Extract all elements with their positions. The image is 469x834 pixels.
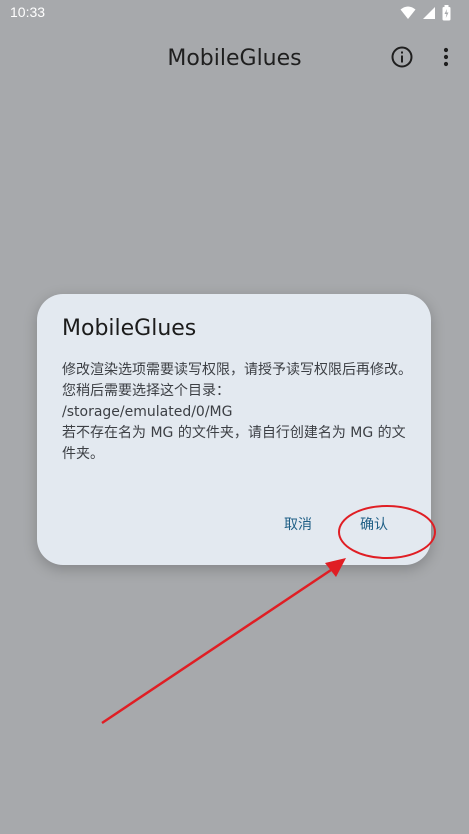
status-bar: 10:33 <box>0 0 469 26</box>
app-bar: MobileGlues <box>0 26 469 92</box>
more-vert-icon <box>443 47 449 71</box>
pointer-arrow-line <box>101 566 335 725</box>
status-icons <box>400 4 451 22</box>
dialog-message: 修改渲染选项需要读写权限，请授予读写权限后再修改。 您稍后需要选择这个目录： /… <box>62 362 412 462</box>
dialog-title: MobileGlues <box>62 316 197 341</box>
more-options-button[interactable] <box>430 43 462 75</box>
status-time: 10:33 <box>10 4 46 20</box>
wifi-icon <box>400 6 416 20</box>
battery-icon <box>442 5 451 21</box>
cancel-button[interactable]: 取消 <box>284 514 312 534</box>
info-icon <box>390 45 414 73</box>
confirm-button[interactable]: 确认 <box>360 514 388 534</box>
signal-icon <box>422 6 436 20</box>
permission-dialog: MobileGlues 修改渲染选项需要读写权限，请授予读写权限后再修改。 您稍… <box>37 294 431 565</box>
info-button[interactable] <box>386 43 418 75</box>
